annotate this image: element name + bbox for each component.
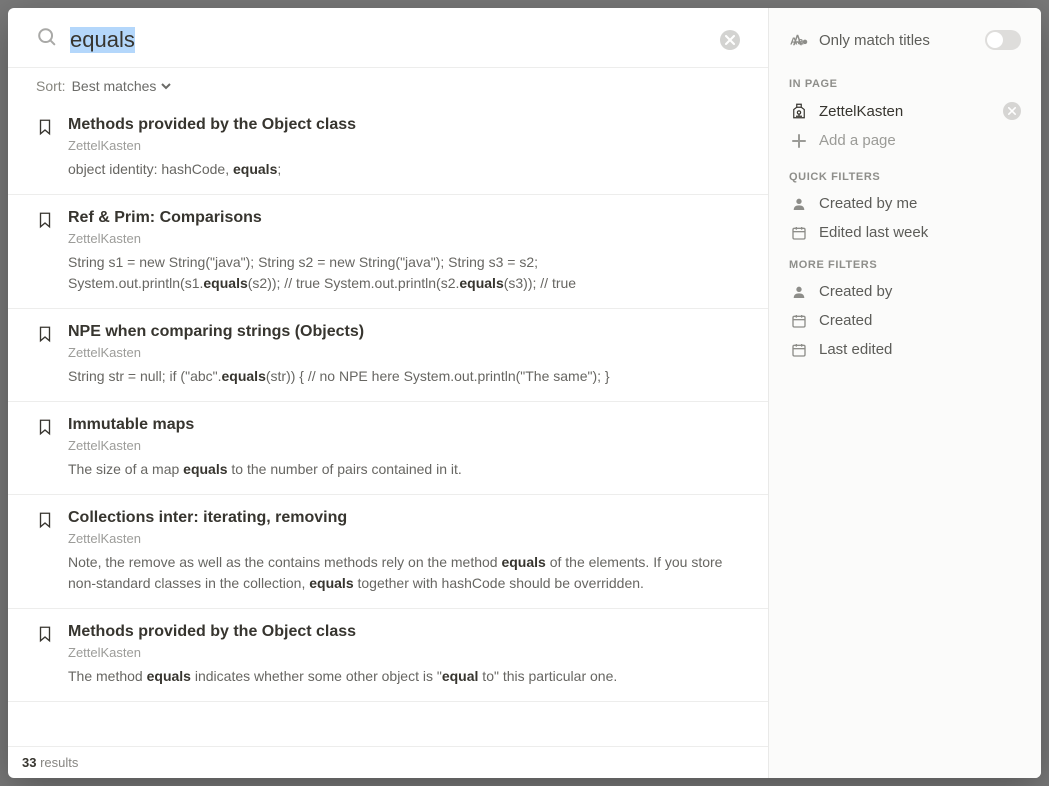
result-title: Methods provided by the Object class bbox=[68, 623, 740, 641]
result-body: Immutable maps ZettelKasten The size of a … bbox=[68, 416, 740, 480]
calendar-icon bbox=[789, 342, 809, 358]
calendar-icon bbox=[789, 225, 809, 241]
result-snippet: The size of a map equals to the number o… bbox=[68, 459, 740, 480]
result-snippet: String s1 = new String("java"); String s… bbox=[68, 252, 740, 294]
page-filter-name: ZettelKasten bbox=[819, 103, 903, 120]
results-suffix: results bbox=[36, 755, 78, 770]
only-match-titles-label: Only match titles bbox=[819, 32, 930, 49]
results-footer: 33 results bbox=[8, 746, 768, 778]
sort-select[interactable]: Best matches bbox=[72, 78, 173, 94]
filter-created-by-me[interactable]: Created by me bbox=[783, 189, 1027, 218]
filter-label: Created bbox=[819, 312, 872, 329]
result-snippet: String str = null; if ("abc".equals(str)… bbox=[68, 366, 740, 387]
search-result[interactable]: Methods provided by the Object class Zett… bbox=[8, 609, 768, 702]
sort-value: Best matches bbox=[72, 78, 157, 94]
search-result[interactable]: Ref & Prim: Comparisons ZettelKasten Strin… bbox=[8, 195, 768, 309]
calendar-icon bbox=[789, 313, 809, 329]
search-bar bbox=[8, 8, 768, 68]
text-format-icon: Aa bbox=[789, 31, 809, 49]
page-filter-tag[interactable]: ZettelKasten bbox=[783, 96, 1027, 126]
filter-label: Edited last week bbox=[819, 224, 928, 241]
plus-icon bbox=[789, 133, 809, 149]
filter-last-edited[interactable]: Last edited bbox=[783, 335, 1027, 364]
result-body: Collections inter: iterating, removing Ze… bbox=[68, 509, 740, 594]
in-page-section-label: IN PAGE bbox=[783, 66, 1027, 96]
filter-edited-last-week[interactable]: Edited last week bbox=[783, 218, 1027, 247]
more-filters-section-label: MORE FILTERS bbox=[783, 247, 1027, 277]
result-snippet: The method equals indicates whether some… bbox=[68, 666, 740, 687]
result-body: Methods provided by the Object class Zett… bbox=[68, 116, 740, 180]
add-page-label: Add a page bbox=[819, 132, 896, 149]
result-title: Ref & Prim: Comparisons bbox=[68, 209, 740, 227]
filter-label: Created by me bbox=[819, 195, 917, 212]
page-icon bbox=[789, 102, 809, 120]
result-breadcrumb: ZettelKasten bbox=[68, 438, 740, 453]
filter-created[interactable]: Created bbox=[783, 306, 1027, 335]
result-breadcrumb: ZettelKasten bbox=[68, 231, 740, 246]
filters-sidebar: Aa Only match titles IN PAGE ZettelKaste… bbox=[769, 8, 1041, 778]
result-title: Methods provided by the Object class bbox=[68, 116, 740, 134]
bookmark-icon bbox=[36, 418, 58, 480]
search-result[interactable]: Methods provided by the Object class Zett… bbox=[8, 102, 768, 195]
result-snippet: object identity: hashCode, equals; bbox=[68, 159, 740, 180]
bookmark-icon bbox=[36, 211, 58, 294]
filter-label: Created by bbox=[819, 283, 892, 300]
add-page-button[interactable]: Add a page bbox=[783, 126, 1027, 159]
results-list[interactable]: Methods provided by the Object class Zett… bbox=[8, 102, 768, 746]
sort-label: Sort: bbox=[36, 78, 66, 94]
person-icon bbox=[789, 284, 809, 300]
filter-label: Last edited bbox=[819, 341, 892, 358]
remove-page-filter-button[interactable] bbox=[1003, 102, 1021, 120]
bookmark-icon bbox=[36, 325, 58, 387]
search-result[interactable]: Collections inter: iterating, removing Ze… bbox=[8, 495, 768, 609]
bookmark-icon bbox=[36, 511, 58, 594]
bookmark-icon bbox=[36, 118, 58, 180]
quick-filters-section-label: QUICK FILTERS bbox=[783, 159, 1027, 189]
result-breadcrumb: ZettelKasten bbox=[68, 345, 740, 360]
result-body: Ref & Prim: Comparisons ZettelKasten Strin… bbox=[68, 209, 740, 294]
search-result[interactable]: Immutable maps ZettelKasten The size of a … bbox=[8, 402, 768, 495]
results-count: 33 bbox=[22, 755, 36, 770]
result-body: NPE when comparing strings (Objects) Zett… bbox=[68, 323, 740, 387]
chevron-down-icon bbox=[160, 80, 172, 92]
result-title: Immutable maps bbox=[68, 416, 740, 434]
search-result[interactable]: NPE when comparing strings (Objects) Zett… bbox=[8, 309, 768, 402]
result-breadcrumb: ZettelKasten bbox=[68, 645, 740, 660]
only-match-titles-row: Aa Only match titles bbox=[783, 26, 1027, 66]
only-match-titles-toggle[interactable] bbox=[985, 30, 1021, 50]
result-body: Methods provided by the Object class Zett… bbox=[68, 623, 740, 687]
bookmark-icon bbox=[36, 625, 58, 687]
search-modal: Sort: Best matches Methods provided by t… bbox=[8, 8, 1041, 778]
result-breadcrumb: ZettelKasten bbox=[68, 531, 740, 546]
result-snippet: Note, the remove as well as the contains… bbox=[68, 552, 740, 594]
result-title: NPE when comparing strings (Objects) bbox=[68, 323, 740, 341]
result-title: Collections inter: iterating, removing bbox=[68, 509, 740, 527]
search-input[interactable] bbox=[70, 27, 720, 53]
search-left-pane: Sort: Best matches Methods provided by t… bbox=[8, 8, 769, 778]
sort-row: Sort: Best matches bbox=[8, 68, 768, 102]
result-breadcrumb: ZettelKasten bbox=[68, 138, 740, 153]
clear-search-button[interactable] bbox=[720, 30, 740, 50]
search-icon bbox=[36, 26, 58, 53]
filter-created-by[interactable]: Created by bbox=[783, 277, 1027, 306]
svg-text:Aa: Aa bbox=[790, 36, 804, 48]
person-icon bbox=[789, 196, 809, 212]
